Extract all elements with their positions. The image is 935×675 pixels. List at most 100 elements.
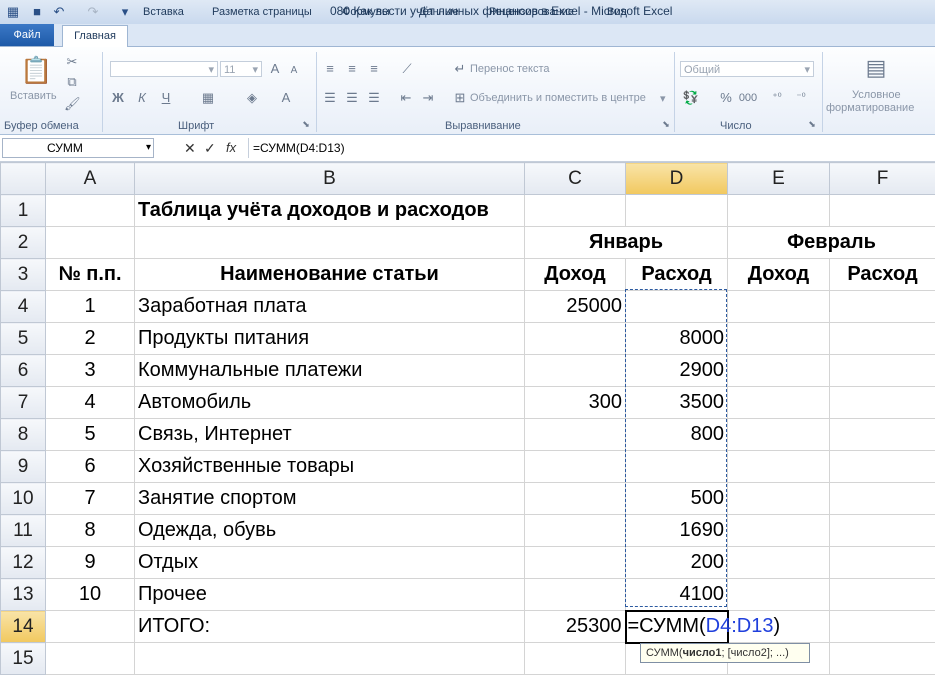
- table-cell-empty[interactable]: [830, 387, 935, 419]
- orientation-icon[interactable]: ⟋: [398, 61, 416, 77]
- table-cell-expense[interactable]: 4100: [626, 579, 728, 611]
- cell-c14-total-income[interactable]: 25300: [525, 611, 626, 643]
- cell-b2[interactable]: [135, 227, 525, 259]
- comma-style-icon[interactable]: 000: [738, 90, 758, 106]
- insert-function-button[interactable]: fx: [226, 140, 236, 155]
- table-cell-num[interactable]: 9: [46, 547, 135, 579]
- wrap-text-icon[interactable]: ↵: [452, 61, 468, 77]
- row-header-1[interactable]: 1: [1, 195, 46, 227]
- table-cell-name[interactable]: Продукты питания: [135, 323, 525, 355]
- enter-icon[interactable]: ✓: [204, 140, 216, 157]
- grow-font-icon[interactable]: A: [266, 61, 284, 77]
- cell-d3-header[interactable]: Расход: [626, 259, 728, 291]
- cell-f3-header[interactable]: Расход: [830, 259, 935, 291]
- fill-color-icon[interactable]: ◈: [244, 90, 260, 106]
- table-cell-num[interactable]: 4: [46, 387, 135, 419]
- cell-c2-january[interactable]: Январь: [525, 227, 728, 259]
- table-cell-empty[interactable]: [830, 355, 935, 387]
- table-cell-empty[interactable]: [728, 323, 830, 355]
- formula-input[interactable]: =СУММ(D4:D13): [248, 138, 934, 158]
- table-cell-empty[interactable]: [728, 291, 830, 323]
- align-left-icon[interactable]: ☰: [322, 90, 338, 106]
- tab-insert[interactable]: Вставка: [143, 3, 184, 21]
- bold-button[interactable]: Ж: [110, 90, 126, 106]
- align-top-icon[interactable]: ≡: [322, 61, 338, 77]
- table-cell-empty[interactable]: [830, 515, 935, 547]
- table-cell-income[interactable]: [525, 515, 626, 547]
- cell-a1[interactable]: [46, 195, 135, 227]
- conditional-formatting-icon[interactable]: ▤: [862, 54, 890, 82]
- conditional-formatting-label-2[interactable]: форматирование: [826, 102, 914, 114]
- merge-center-button[interactable]: Объединить и поместить в центре: [470, 92, 646, 104]
- table-cell-num[interactable]: 5: [46, 419, 135, 451]
- table-cell-income[interactable]: [525, 483, 626, 515]
- table-cell-income[interactable]: [525, 547, 626, 579]
- alignment-dialog-launcher-icon[interactable]: ⬊: [660, 116, 672, 132]
- font-name-combo[interactable]: ▾: [110, 61, 218, 77]
- table-cell-empty[interactable]: [728, 483, 830, 515]
- table-cell-empty[interactable]: [830, 579, 935, 611]
- row-header-11[interactable]: 11: [1, 515, 46, 547]
- copy-icon[interactable]: ⧉: [64, 74, 80, 90]
- table-cell-expense[interactable]: [626, 291, 728, 323]
- table-cell-num[interactable]: 10: [46, 579, 135, 611]
- cell-e2-february[interactable]: Февраль: [728, 227, 935, 259]
- row-header-10[interactable]: 10: [1, 483, 46, 515]
- column-header-d[interactable]: D: [626, 163, 728, 195]
- table-cell-income[interactable]: [525, 579, 626, 611]
- row-header-4[interactable]: 4: [1, 291, 46, 323]
- tab-view[interactable]: Вид: [607, 3, 627, 21]
- table-cell-num[interactable]: 3: [46, 355, 135, 387]
- customize-toolbar-icon[interactable]: ▾: [116, 3, 134, 21]
- cut-icon[interactable]: ✂: [64, 54, 80, 70]
- format-painter-icon[interactable]: 🖌: [64, 96, 80, 112]
- number-format-combo[interactable]: Общий▾: [680, 61, 814, 77]
- cell-b14-total-label[interactable]: ИТОГО:: [135, 611, 525, 643]
- save-icon[interactable]: ■: [28, 3, 46, 21]
- table-cell-name[interactable]: Хозяйственные товары: [135, 451, 525, 483]
- table-cell-empty[interactable]: [728, 579, 830, 611]
- shrink-font-icon[interactable]: A: [286, 63, 302, 79]
- name-box[interactable]: СУММ▾: [2, 138, 154, 158]
- row-header-9[interactable]: 9: [1, 451, 46, 483]
- currency-format-icon[interactable]: 💱: [682, 90, 700, 106]
- redo-icon[interactable]: ↷: [84, 3, 102, 21]
- cell-f14[interactable]: [830, 611, 935, 643]
- tab-data[interactable]: Данные: [419, 3, 459, 21]
- italic-button[interactable]: К: [134, 90, 150, 106]
- table-cell-income[interactable]: [525, 355, 626, 387]
- table-cell-name[interactable]: Одежда, обувь: [135, 515, 525, 547]
- row-header-12[interactable]: 12: [1, 547, 46, 579]
- merge-dropdown-icon[interactable]: ▾: [660, 92, 666, 105]
- table-cell-num[interactable]: 7: [46, 483, 135, 515]
- tab-formulas[interactable]: Формулы: [342, 3, 390, 21]
- cell-e3-header[interactable]: Доход: [728, 259, 830, 291]
- font-size-combo[interactable]: 11▾: [220, 61, 262, 77]
- column-header-b[interactable]: B: [135, 163, 525, 195]
- table-cell-empty[interactable]: [728, 355, 830, 387]
- decrease-indent-icon[interactable]: ⇤: [398, 90, 414, 106]
- paste-icon[interactable]: 📋: [20, 55, 50, 85]
- align-bottom-icon[interactable]: ≡: [366, 61, 382, 77]
- cell-c3-header[interactable]: Доход: [525, 259, 626, 291]
- cell-d1[interactable]: [626, 195, 728, 227]
- tab-review[interactable]: Рецензирование: [489, 3, 574, 21]
- merge-center-icon[interactable]: ⊞: [452, 90, 468, 106]
- column-header-f[interactable]: F: [830, 163, 935, 195]
- borders-icon[interactable]: ▦: [200, 90, 216, 106]
- table-cell-empty[interactable]: [728, 547, 830, 579]
- column-header-c[interactable]: C: [525, 163, 626, 195]
- table-cell-empty[interactable]: [830, 323, 935, 355]
- column-header-a[interactable]: A: [46, 163, 135, 195]
- table-cell-income[interactable]: [525, 451, 626, 483]
- table-cell-empty[interactable]: [728, 419, 830, 451]
- table-cell-name[interactable]: Заработная плата: [135, 291, 525, 323]
- increase-indent-icon[interactable]: ⇥: [420, 90, 436, 106]
- table-cell-expense[interactable]: 200: [626, 547, 728, 579]
- table-cell-name[interactable]: Коммунальные платежи: [135, 355, 525, 387]
- paste-button[interactable]: Вставить: [10, 90, 57, 102]
- table-cell-empty[interactable]: [830, 451, 935, 483]
- cell-a3-header[interactable]: № п.п.: [46, 259, 135, 291]
- table-cell-num[interactable]: 6: [46, 451, 135, 483]
- row-header-8[interactable]: 8: [1, 419, 46, 451]
